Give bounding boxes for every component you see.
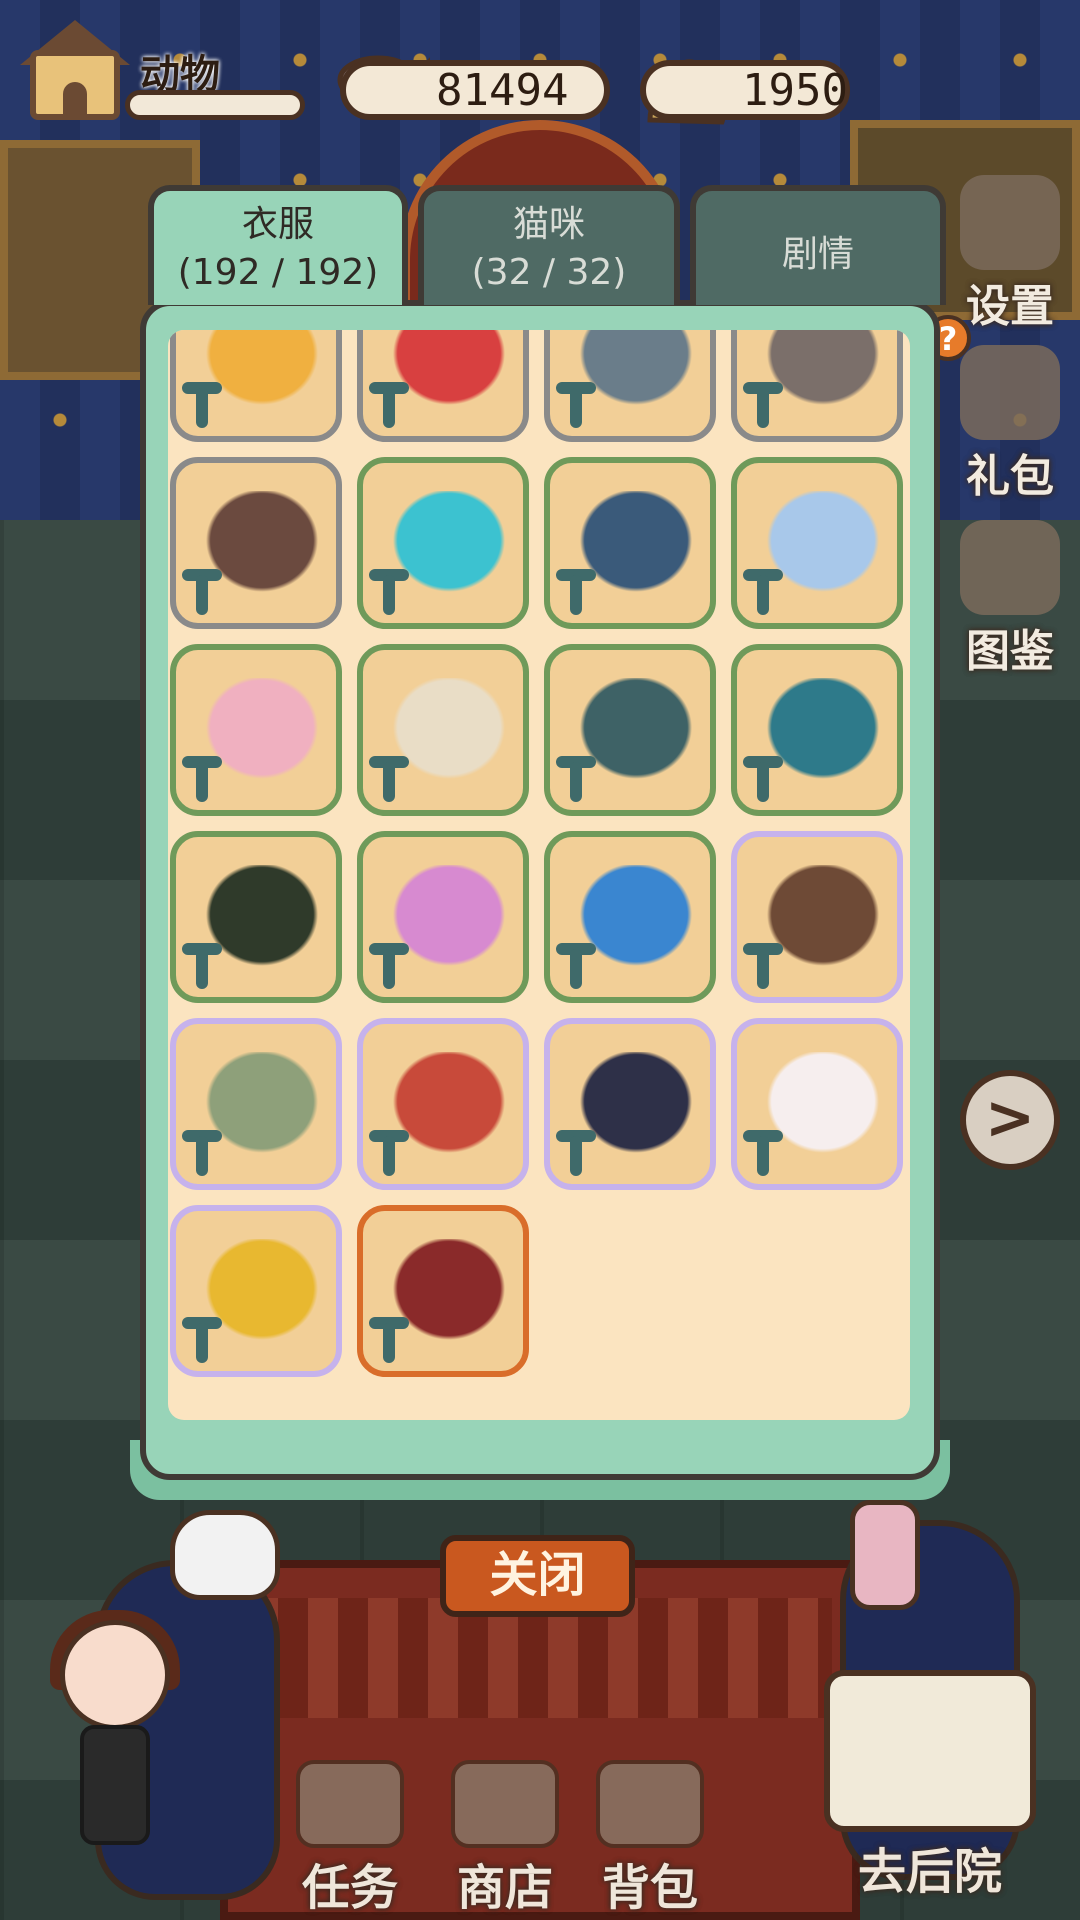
coin-counter: 1950	[640, 60, 850, 120]
outfit-card-striped-pants-outfit[interactable]	[170, 831, 342, 1003]
tab-story-label: 剧情	[781, 234, 854, 275]
try-on-icon[interactable]	[182, 569, 222, 617]
nav-shop-label: 商店	[456, 1860, 553, 1916]
house-door-icon	[63, 82, 87, 116]
try-on-icon[interactable]	[743, 382, 783, 430]
close-button[interactable]: 关闭	[440, 1535, 635, 1617]
coin-count: 1950	[742, 64, 848, 116]
outfit-grid-scroll[interactable]	[168, 330, 910, 1420]
backyard-house-icon	[824, 1670, 1036, 1832]
fish-counter: 81494	[340, 60, 610, 120]
try-on-icon[interactable]	[182, 1317, 222, 1365]
nav-bag-button[interactable]: 背包	[590, 1760, 710, 1916]
guide-button[interactable]: 图鉴	[955, 520, 1065, 679]
fish-count: 81494	[436, 64, 569, 116]
outfit-card-cyan-dress-outfit[interactable]	[357, 457, 529, 629]
try-on-icon[interactable]	[556, 382, 596, 430]
outfit-card-dark-armor-outfit[interactable]	[544, 1018, 716, 1190]
task-scroll-icon	[296, 1760, 404, 1848]
outfit-card-witch-hat-outfit[interactable]	[731, 330, 903, 442]
settings-label: 设置	[966, 281, 1054, 332]
backpack-icon	[596, 1760, 704, 1848]
outfit-card-crown-outfit[interactable]	[170, 330, 342, 442]
try-on-icon[interactable]	[556, 756, 596, 804]
outfit-card-santa-outfit[interactable]	[357, 330, 529, 442]
try-on-icon[interactable]	[556, 569, 596, 617]
outfit-card-helmet-outfit[interactable]	[544, 330, 716, 442]
settings-button[interactable]: 设置	[955, 175, 1065, 334]
nav-backyard-button[interactable]: 去后院	[800, 1670, 1060, 1900]
try-on-icon[interactable]	[182, 1130, 222, 1178]
outfit-card-pink-skirt-outfit[interactable]	[357, 831, 529, 1003]
try-on-icon[interactable]	[369, 569, 409, 617]
outfit-card-yellow-horn-outfit[interactable]	[170, 1205, 342, 1377]
try-on-icon[interactable]	[182, 756, 222, 804]
nav-backyard-label: 去后院	[857, 1844, 1002, 1900]
outfit-card-light-blue-outfit[interactable]	[731, 457, 903, 629]
nav-bag-label: 背包	[601, 1860, 698, 1916]
outfit-card-cowboy-hat-outfit[interactable]	[170, 457, 342, 629]
gift-bag-icon	[960, 345, 1060, 440]
try-on-icon[interactable]	[743, 1130, 783, 1178]
home-button[interactable]	[20, 20, 140, 130]
try-on-icon[interactable]	[743, 569, 783, 617]
nav-task-label: 任务	[301, 1860, 398, 1916]
outfit-card-green-frill-outfit[interactable]	[170, 1018, 342, 1190]
nav-task-button[interactable]: 任务	[290, 1760, 410, 1916]
outfit-card-red-coat-outfit[interactable]	[357, 1018, 529, 1190]
girl-body	[80, 1725, 150, 1845]
try-on-icon[interactable]	[369, 943, 409, 991]
guide-label: 图鉴	[966, 626, 1054, 677]
try-on-icon[interactable]	[556, 943, 596, 991]
girl-head	[60, 1620, 170, 1730]
try-on-icon[interactable]	[369, 382, 409, 430]
outfit-card-blue-boots-outfit[interactable]	[544, 831, 716, 1003]
nav-shop-button[interactable]: 商店	[430, 1760, 580, 1916]
try-on-icon[interactable]	[369, 1130, 409, 1178]
try-on-icon[interactable]	[182, 943, 222, 991]
book-icon	[960, 520, 1060, 615]
outfit-card-white-tiara-outfit[interactable]	[731, 1018, 903, 1190]
cat-face-icon	[170, 1510, 280, 1600]
gear-icon	[960, 175, 1060, 270]
shopkeeper-girl[interactable]	[40, 1600, 190, 1900]
try-on-icon[interactable]	[743, 756, 783, 804]
tab-clothes-count: (192 / 192)	[177, 252, 379, 293]
outfit-card-royal-red-outfit[interactable]	[357, 1205, 529, 1377]
outfit-card-brown-cape-outfit[interactable]	[731, 831, 903, 1003]
tab-story[interactable]: 剧情	[690, 185, 946, 305]
tab-cats-count: (32 / 32)	[471, 252, 627, 293]
outfit-card-teal-jacket-outfit[interactable]	[731, 644, 903, 816]
gift-button[interactable]: 礼包	[955, 345, 1065, 504]
home-progress-bar	[125, 90, 305, 120]
tab-clothes[interactable]: 衣服 (192 / 192)	[148, 185, 408, 305]
try-on-icon[interactable]	[369, 756, 409, 804]
tab-cats[interactable]: 猫咪 (32 / 32)	[418, 185, 680, 305]
gift-label: 礼包	[966, 451, 1054, 502]
tab-cats-label: 猫咪	[512, 204, 585, 245]
shop-awning-icon	[451, 1760, 559, 1848]
outfit-card-cream-outfit[interactable]	[357, 644, 529, 816]
try-on-icon[interactable]	[743, 943, 783, 991]
try-on-icon[interactable]	[182, 382, 222, 430]
outfit-card-navy-uniform-outfit[interactable]	[544, 457, 716, 629]
bottle-icon	[850, 1500, 920, 1610]
try-on-icon[interactable]	[556, 1130, 596, 1178]
try-on-icon[interactable]	[369, 1317, 409, 1365]
outfit-card-pink-polka-outfit[interactable]	[170, 644, 342, 816]
outfit-card-military-outfit[interactable]	[544, 644, 716, 816]
next-arrow-button[interactable]: >	[960, 1070, 1060, 1170]
tab-clothes-label: 衣服	[241, 204, 314, 245]
